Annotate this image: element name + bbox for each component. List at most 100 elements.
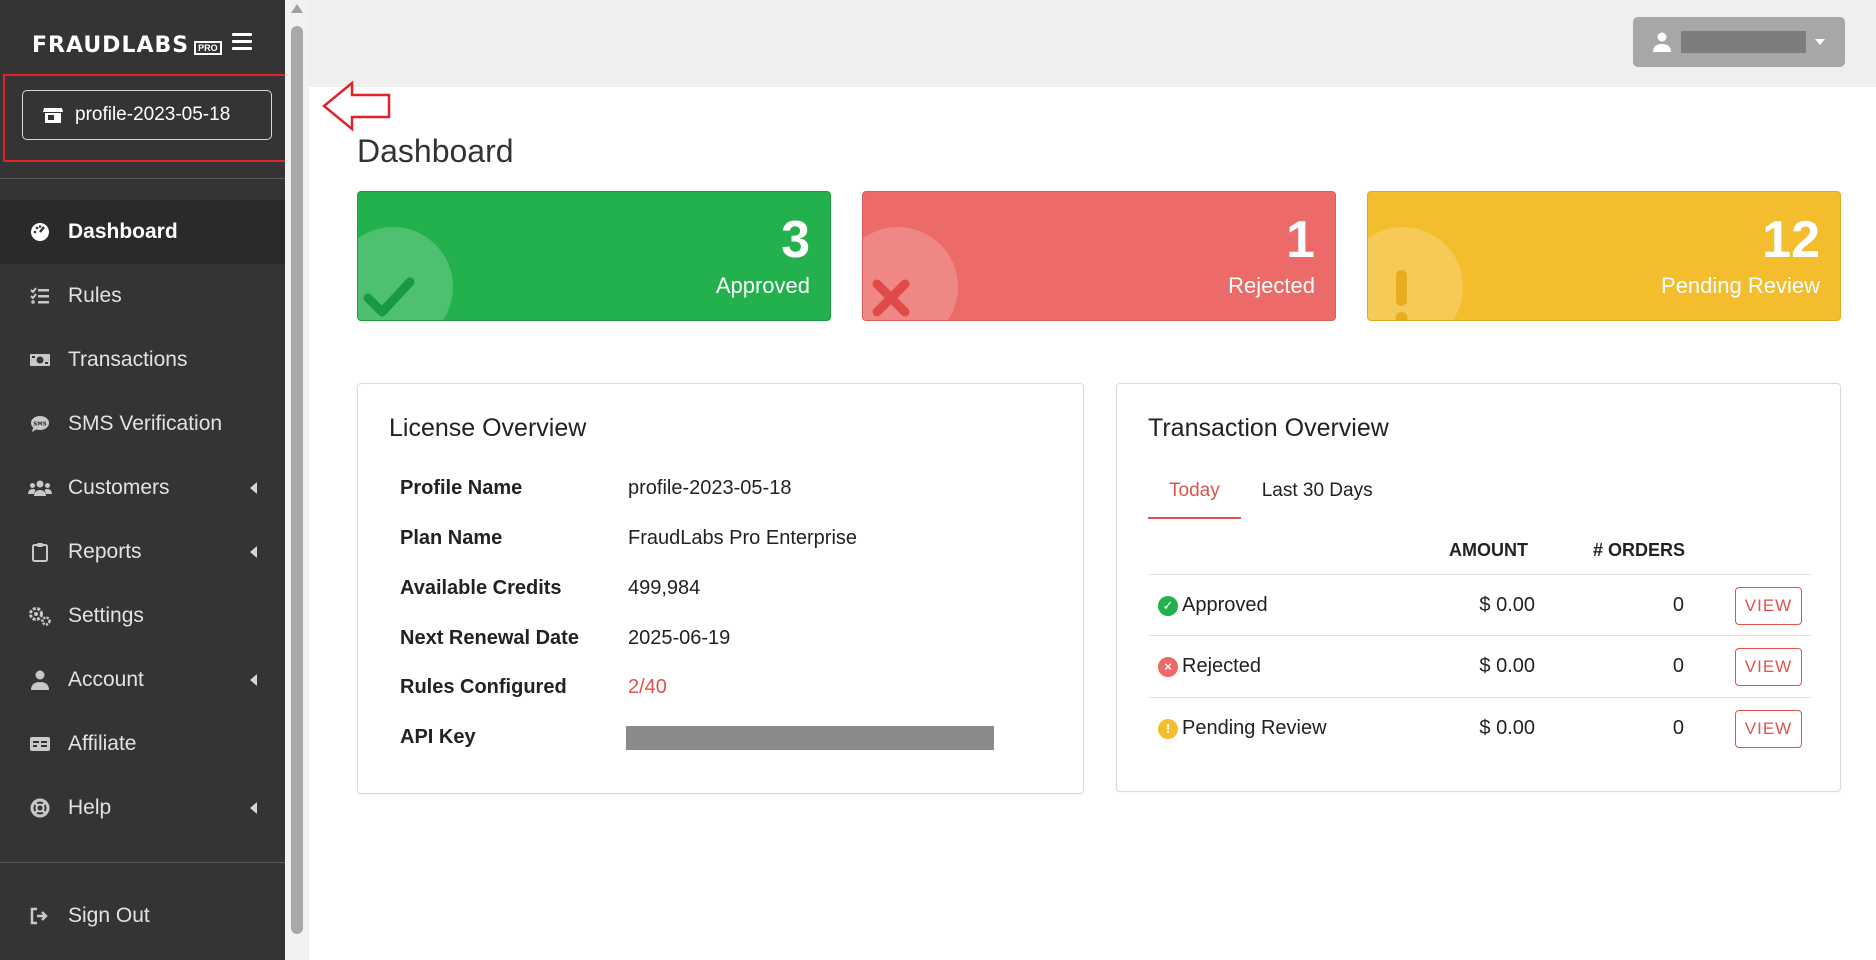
x-icon — [872, 279, 910, 317]
amount-cell: $ 0.00 — [1479, 717, 1535, 739]
check-icon — [363, 277, 415, 317]
license-row: Rules Configured 2/40 — [400, 676, 667, 699]
rules-configured-link[interactable]: 2/40 — [628, 676, 667, 699]
view-button[interactable]: VIEW — [1735, 587, 1802, 625]
highlight-box — [3, 74, 288, 162]
sidebar-item-label: Help — [68, 796, 112, 819]
stat-card-approved[interactable]: 3 Approved — [357, 191, 831, 321]
check-circle-icon: ✓ — [1158, 595, 1178, 616]
license-key: API Key — [400, 726, 476, 748]
brand-name: FRAUDLABS — [32, 32, 190, 58]
sidebar-item-label: Customers — [68, 476, 170, 499]
svg-text:SMS: SMS — [33, 422, 46, 428]
sidebar-item-transactions[interactable]: Transactions — [0, 328, 285, 392]
sidebar-nav: Dashboard Rules Transactions SMS SMS Ver… — [0, 200, 285, 840]
stat-label: Pending Review — [1661, 273, 1820, 298]
life-ring-icon — [28, 796, 52, 820]
sidebar-item-dashboard[interactable]: Dashboard — [0, 200, 285, 264]
sidebar-item-label: Transactions — [68, 348, 188, 371]
license-value: 2025-06-19 — [628, 627, 731, 649]
amount-cell: $ 0.00 — [1479, 655, 1535, 677]
view-button[interactable]: VIEW — [1735, 648, 1802, 686]
sidebar-item-affiliate[interactable]: Affiliate — [0, 712, 285, 776]
redacted-api-key — [626, 726, 994, 750]
panel-title: License Overview — [389, 414, 587, 442]
sidebar-divider — [0, 178, 285, 179]
sidebar-item-label: Rules — [68, 284, 122, 307]
scroll-thumb[interactable] — [291, 26, 303, 934]
status-label: Pending Review — [1182, 717, 1327, 739]
sidebar-item-account[interactable]: Account — [0, 648, 285, 712]
orders-cell: 0 — [1672, 717, 1684, 739]
license-row: Next Renewal Date 2025-06-19 — [400, 627, 730, 650]
stat-label: Approved — [715, 273, 810, 298]
annotation-arrow-icon — [322, 80, 391, 132]
status-cell: ✓ Approved — [1158, 594, 1268, 617]
license-value: 499,984 — [628, 577, 701, 599]
sidebar-item-help[interactable]: Help — [0, 776, 285, 840]
stat-card-rejected[interactable]: 1 Rejected — [862, 191, 1336, 321]
license-key: Profile Name — [400, 477, 523, 499]
clipboard-icon — [28, 540, 52, 564]
scroll-up-arrow-icon[interactable] — [291, 4, 303, 13]
menu-toggle-icon[interactable] — [232, 33, 252, 51]
sidebar-item-label: Reports — [68, 540, 142, 563]
gears-icon — [28, 604, 52, 628]
sign-out-icon — [28, 904, 52, 928]
exclamation-icon — [1395, 270, 1408, 320]
table-row: ! Pending Review $ 0.00 0 VIEW — [1148, 697, 1812, 759]
license-row: Available Credits 499,984 — [400, 577, 700, 600]
status-label: Approved — [1182, 594, 1268, 616]
stat-card-pending[interactable]: 12 Pending Review — [1367, 191, 1841, 321]
user-icon — [28, 668, 52, 692]
license-value: FraudLabs Pro Enterprise — [628, 527, 858, 549]
money-icon — [28, 348, 52, 372]
sidebar-item-reports[interactable]: Reports — [0, 520, 285, 584]
caret-down-icon — [1815, 39, 1825, 45]
sms-icon: SMS — [28, 412, 52, 436]
sidebar-item-rules[interactable]: Rules — [0, 264, 285, 328]
license-key: Available Credits — [400, 577, 562, 599]
caret-left-icon — [250, 546, 257, 558]
license-row: API Key — [400, 726, 994, 756]
license-key: Rules Configured — [400, 676, 567, 698]
sidebar-item-label: Affiliate — [68, 732, 137, 755]
redacted-username — [1681, 31, 1806, 53]
tab-today[interactable]: Today — [1148, 477, 1241, 519]
sidebar-item-label: Settings — [68, 604, 144, 627]
table-row: ✓ Approved $ 0.00 0 VIEW — [1148, 574, 1812, 636]
list-check-icon — [28, 284, 52, 308]
sidebar-item-customers[interactable]: Customers — [0, 456, 285, 520]
sidebar-scrollbar[interactable] — [285, 0, 309, 960]
status-label: Rejected — [1182, 655, 1261, 677]
x-circle-icon: × — [1158, 656, 1178, 677]
top-bar — [309, 0, 1876, 87]
caret-left-icon — [250, 674, 257, 686]
sign-out-label: Sign Out — [68, 904, 150, 927]
amount-cell: $ 0.00 — [1479, 594, 1535, 616]
view-button[interactable]: VIEW — [1735, 710, 1802, 748]
stat-label: Rejected — [1228, 273, 1315, 298]
license-key: Plan Name — [400, 527, 503, 549]
exclamation-circle-icon: ! — [1158, 718, 1178, 739]
sign-out-button[interactable]: Sign Out — [0, 884, 285, 948]
brand-badge: PRO — [194, 41, 222, 55]
license-row: Profile Name profile-2023-05-18 — [400, 477, 791, 500]
orders-cell: 0 — [1672, 655, 1684, 677]
page-title: Dashboard — [357, 133, 514, 169]
tab-last-30-days[interactable]: Last 30 Days — [1241, 477, 1394, 519]
gauge-icon — [28, 220, 52, 244]
stat-value: 1 — [1286, 211, 1315, 269]
caret-left-icon — [250, 482, 257, 494]
license-overview-panel: License Overview Profile Name profile-20… — [357, 383, 1084, 794]
transaction-tabs: Today Last 30 Days — [1148, 477, 1394, 519]
orders-cell: 0 — [1672, 594, 1684, 616]
users-icon — [28, 476, 52, 500]
brand-logo[interactable]: FRAUDLABS PRO — [32, 30, 222, 60]
transaction-overview-panel: Transaction Overview Today Last 30 Days … — [1116, 383, 1841, 792]
sidebar-item-label: Account — [68, 668, 144, 691]
sidebar-item-sms-verification[interactable]: SMS SMS Verification — [0, 392, 285, 456]
user-menu-button[interactable] — [1633, 17, 1845, 67]
license-key: Next Renewal Date — [400, 627, 579, 649]
sidebar-item-settings[interactable]: Settings — [0, 584, 285, 648]
